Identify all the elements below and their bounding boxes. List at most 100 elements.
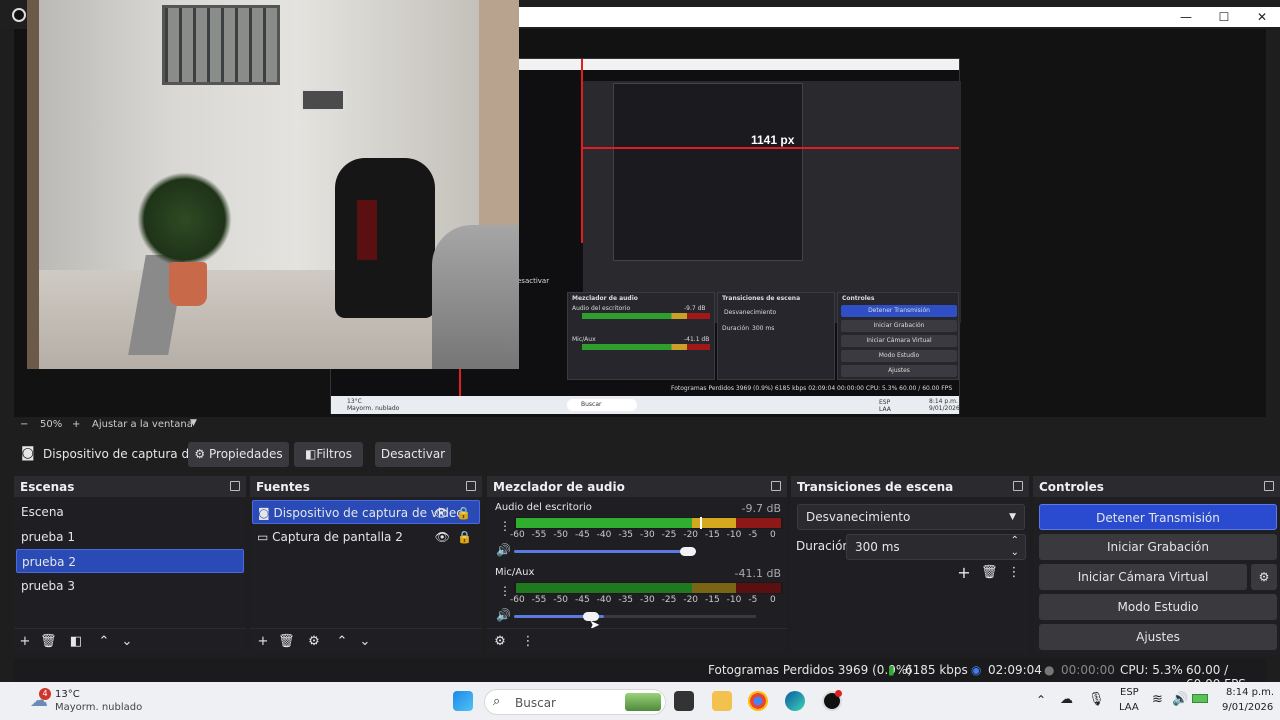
language-bottom[interactable]: LAA [1119, 702, 1139, 713]
wifi-icon[interactable]: ≋ [1152, 692, 1163, 707]
stop-streaming-button[interactable]: Detener Transmisión [1039, 504, 1277, 530]
monitor-icon: ▭ [257, 530, 269, 544]
kebab-menu-icon[interactable]: ⋮ [1006, 565, 1022, 581]
clock-time[interactable]: 8:14 p.m. [1226, 687, 1274, 698]
gears-icon[interactable]: ⚙ [492, 634, 508, 650]
zoom-out-button[interactable]: − [20, 419, 28, 430]
settings-button[interactable]: Ajustes [1039, 624, 1277, 650]
studio-mode-button[interactable]: Modo Estudio [1039, 594, 1277, 620]
chevron-down-icon[interactable]: ⌄ [1011, 541, 1019, 565]
clock-date[interactable]: 9/01/2026 [1222, 702, 1273, 713]
dropped-frames: Fotogramas Perdidos 3969 (0.9%) [708, 663, 912, 677]
trash-icon[interactable]: 🗑 [981, 565, 998, 581]
add-icon[interactable]: + [17, 634, 33, 650]
start-virtual-camera-button[interactable]: Iniciar Cámara Virtual [1039, 564, 1247, 590]
transitions-dock: Transiciones de escena Desvanecimiento ▼… [791, 476, 1029, 654]
add-icon[interactable]: + [956, 565, 972, 581]
chevron-up-icon[interactable]: ⌃ [334, 634, 350, 650]
file-explorer-icon[interactable] [712, 691, 732, 711]
source-item-selected[interactable]: ◙ Dispositivo de captura de video 👁 🔒 [252, 500, 480, 524]
close-button[interactable]: ✕ [1242, 7, 1280, 27]
db-scale-label: -50 [553, 530, 569, 540]
float-icon[interactable] [771, 481, 781, 491]
scene-item[interactable]: prueba 3 [16, 574, 244, 598]
duration-field[interactable]: 300 ms ⌃ ⌄ [846, 534, 1026, 560]
capture-mixer-title: Mezclador de audio [572, 295, 638, 302]
meter-level-green [516, 518, 692, 528]
source-item[interactable]: ▭ Captura de pantalla 2 👁 🔒 [252, 525, 480, 549]
volume-slider-rest [604, 615, 756, 618]
edge-icon[interactable] [785, 691, 805, 711]
zoom-dropdown-icon[interactable]: ▼ [190, 418, 197, 428]
eye-icon[interactable]: 👁 [434, 501, 449, 525]
camera-icon: ◙ [258, 506, 270, 520]
scene-item[interactable]: Escena [16, 500, 244, 524]
chrome-icon[interactable] [748, 691, 768, 711]
measurement-label: 1141 px [751, 133, 795, 147]
cpu-usage: CPU: 5.3% [1120, 663, 1183, 677]
track-name: Audio del escritorio [495, 502, 592, 513]
gear-icon[interactable]: ⚙ [306, 634, 322, 650]
lock-icon[interactable]: 🔒 [456, 501, 471, 525]
volume-meter [514, 517, 783, 529]
zoom-in-button[interactable]: + [72, 419, 80, 430]
float-icon[interactable] [466, 481, 476, 491]
trash-icon[interactable]: 🗑 [40, 634, 57, 650]
capture-search-text: Buscar [581, 401, 602, 408]
controls-title-text: Controles [1039, 480, 1104, 494]
trash-icon[interactable]: 🗑 [278, 634, 295, 650]
mixer-title: Mezclador de audio [487, 477, 787, 497]
microphone-icon[interactable]: 🎙 [1088, 692, 1105, 707]
db-scale-label: -45 [575, 595, 590, 605]
float-icon[interactable] [1013, 481, 1023, 491]
filter-icon: ◧ [304, 447, 317, 461]
volume-slider-knob[interactable] [680, 547, 696, 556]
chevron-down-icon[interactable]: ⌄ [357, 634, 373, 650]
scene-item-selected[interactable]: prueba 2 [16, 549, 244, 573]
chevron-up-icon[interactable]: ⌃ [1036, 693, 1046, 707]
db-scale-label: -5 [748, 530, 758, 540]
filter-icon[interactable]: ◧ [68, 634, 84, 650]
start-recording-button[interactable]: Iniciar Grabación [1039, 534, 1277, 560]
battery-icon[interactable] [1192, 694, 1208, 703]
add-icon[interactable]: + [255, 634, 271, 650]
properties-button[interactable]: ⚙ Propiedades [188, 442, 289, 467]
minimize-button[interactable]: — [1166, 7, 1206, 27]
capture-studio-mode: Modo Estudio [841, 350, 957, 362]
properties-label: Propiedades [209, 447, 283, 461]
kebab-menu-icon[interactable]: ⋮ [520, 634, 536, 650]
gear-icon: ⚙ [194, 447, 206, 461]
status-bar: Fotogramas Perdidos 3969 (0.9%) ▮ 6185 k… [14, 658, 1266, 691]
db-scale-label: 0 [770, 530, 776, 540]
speaker-icon[interactable]: 🔊 [496, 543, 511, 557]
task-view-icon[interactable] [674, 691, 694, 711]
chevron-down-icon[interactable]: ⌄ [119, 634, 135, 650]
chevron-up-icon[interactable]: ⌃ [96, 634, 112, 650]
speaker-icon[interactable]: 🔊 [496, 608, 511, 622]
search-icon: ⌕ [493, 694, 501, 709]
filters-label: Filtros [316, 447, 352, 461]
scenes-title: Escenas [14, 477, 246, 497]
volume-icon[interactable]: 🔊 [1172, 692, 1188, 707]
fit-window-label[interactable]: Ajustar a la ventana [92, 419, 193, 430]
db-scale-label: -40 [596, 595, 612, 605]
deactivate-button[interactable]: Desactivar [375, 442, 451, 467]
transition-select[interactable]: Desvanecimiento ▼ [797, 504, 1025, 530]
windows-start-icon[interactable] [453, 691, 473, 711]
capture-weather-desc: Mayorm. nublado [347, 405, 400, 412]
network-cloud-icon[interactable]: ☁ [1060, 692, 1073, 707]
maximize-button[interactable]: ☐ [1204, 7, 1244, 27]
float-icon[interactable] [230, 481, 240, 491]
db-scale-label: 0 [770, 595, 776, 605]
db-scale-label: -55 [531, 595, 547, 605]
taskbar-search[interactable]: ⌕ Buscar [484, 689, 666, 715]
float-icon[interactable] [1264, 481, 1274, 491]
lock-icon[interactable]: 🔒 [457, 525, 472, 549]
scene-item[interactable]: prueba 1 [16, 525, 244, 549]
webcam-video[interactable] [27, 0, 519, 369]
filters-button[interactable]: ◧Filtros [294, 442, 363, 467]
eye-icon[interactable]: 👁 [435, 525, 450, 549]
virtual-camera-settings-button[interactable]: ⚙ [1251, 564, 1277, 590]
volume-slider[interactable] [514, 550, 692, 553]
language-top[interactable]: ESP [1120, 687, 1139, 698]
